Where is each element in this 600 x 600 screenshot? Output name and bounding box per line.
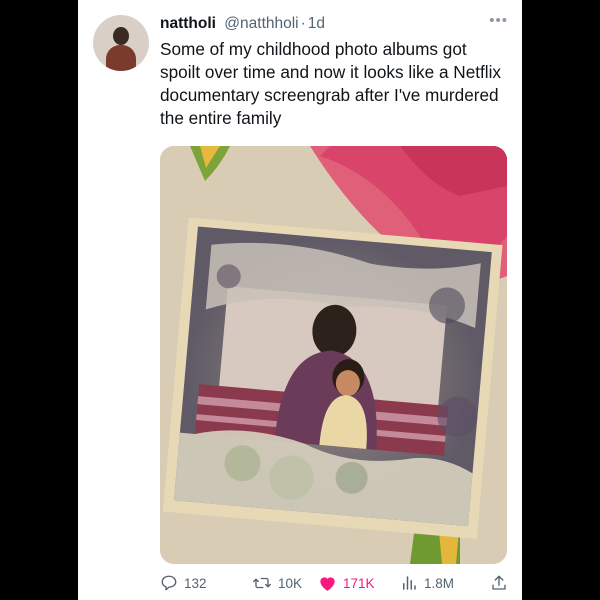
reply-button[interactable]: 132 (160, 574, 207, 592)
tweet-actions: 132 10K 171K 1.8M (160, 574, 510, 598)
retweet-icon (252, 574, 272, 592)
more-icon[interactable]: ••• (489, 12, 508, 29)
views-button[interactable]: 1.8M (400, 574, 454, 592)
tweet-photo[interactable] (160, 146, 507, 564)
tweet-time[interactable]: 1d (308, 15, 325, 32)
reply-icon (160, 574, 178, 592)
tweet-header: nattholi @natthholi · 1d (160, 14, 325, 34)
avatar-head (113, 27, 129, 45)
separator-dot: · (300, 15, 306, 32)
views-icon (400, 574, 418, 592)
like-count: 171K (343, 575, 375, 591)
tweet-card: nattholi @natthholi · 1d ••• Some of my ch… (78, 0, 522, 600)
author-handle[interactable]: @natthholi (224, 15, 298, 32)
avatar[interactable] (93, 15, 149, 71)
retweet-button[interactable]: 10K (252, 574, 302, 592)
tweet-text: Some of my childhood photo albums got sp… (160, 39, 502, 128)
avatar-body (106, 45, 136, 71)
damaged-photo-image (160, 146, 507, 564)
reply-count: 132 (184, 575, 207, 591)
like-button[interactable]: 171K (318, 574, 375, 592)
share-button[interactable] (490, 574, 508, 592)
views-count: 1.8M (424, 575, 455, 591)
share-icon (490, 574, 508, 592)
retweet-count: 10K (278, 575, 303, 591)
author-name[interactable]: nattholi (160, 15, 216, 32)
heart-icon (318, 574, 337, 592)
